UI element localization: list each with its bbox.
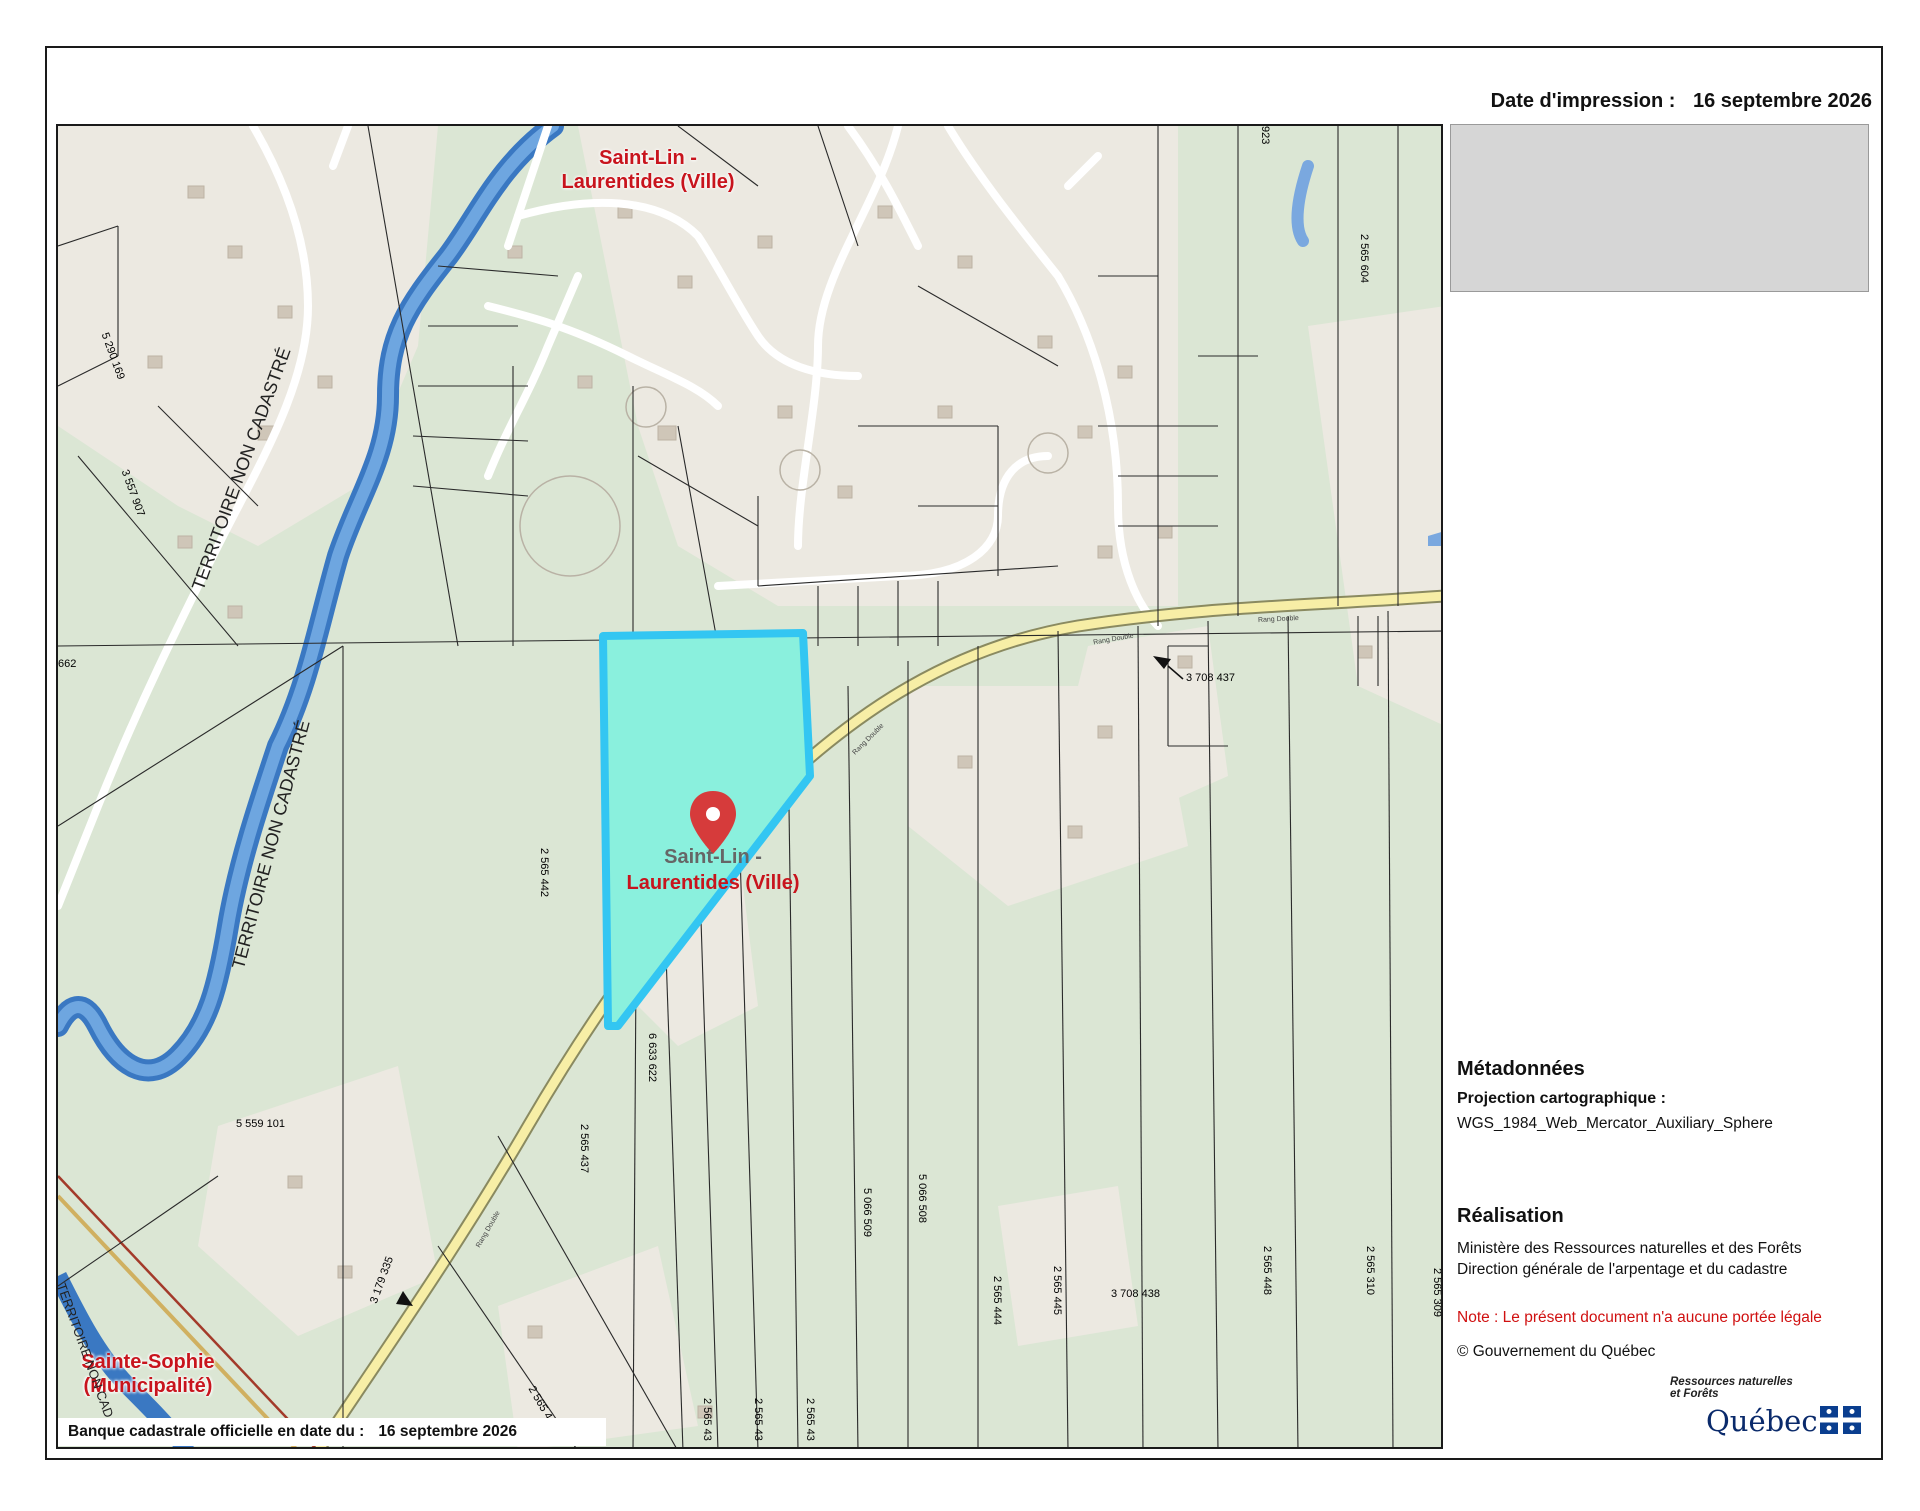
municipality-center-label: Saint-Lin - Laurentides (Ville) (603, 844, 823, 896)
municipality-top-label: Saint-Lin - Laurentides (Ville) (528, 146, 768, 194)
municipality-center-line1: Saint-Lin - (664, 846, 762, 868)
cadastre-date-value: 16 septembre 2026 (378, 1423, 518, 1440)
municipality-center-line2: Laurentides (Ville) (626, 872, 800, 894)
lot-2565-309: 2 565 309 (1431, 1268, 1443, 1317)
lot-2565-43b: 2 565 43 (752, 1398, 764, 1441)
legal-note: Note : Le présent document n'a aucune po… (1457, 1309, 1822, 1326)
lot-662: 662 (58, 658, 77, 670)
lot-5559101: 5 559 101 (236, 1118, 285, 1130)
municipality-top-line2: Laurentides (Ville) (561, 171, 735, 193)
lot-2565448: 2 565 448 (1261, 1246, 1273, 1295)
realisation-title: Réalisation (1457, 1205, 1564, 1227)
lot-3708437: 3 708 437 (1186, 672, 1235, 684)
lot-2565-43c: 2 565 43 (804, 1398, 816, 1441)
logo-wordmark: Québec (1706, 1404, 1818, 1438)
cadastre-date-bar: Banque cadastrale officielle en date du … (58, 1418, 606, 1446)
metadata-title: Métadonnées (1457, 1058, 1585, 1080)
fleurdelise-flag-icon (1820, 1406, 1861, 1434)
lot-2565444: 2 565 444 (991, 1276, 1003, 1325)
lot-6633622: 6 633 622 (646, 1033, 658, 1082)
logo-tagline2: et Forêts (1670, 1388, 1719, 1400)
copyright: © Gouvernement du Québec (1457, 1343, 1656, 1360)
lot-2565445: 2 565 445 (1051, 1266, 1063, 1315)
lot-3708438: 3 708 438 (1111, 1288, 1160, 1300)
lot-2565442: 2 565 442 (538, 848, 550, 897)
lot-5066509: 5 066 509 (861, 1188, 873, 1237)
lot-5066508: 5 066 508 (916, 1174, 928, 1223)
cadastral-map[interactable]: Saint-Lin - Laurentides (Ville) Saint-Li… (56, 124, 1443, 1449)
print-date-value: 16 septembre 2026 (1692, 90, 1872, 112)
lot-2565604: 2 565 604 (1358, 234, 1370, 283)
quebec-logo: Ressources naturelles et Forêts Québec (1660, 1376, 1861, 1438)
lot-2565310: 2 565 310 (1364, 1246, 1376, 1295)
print-date-label: Date d'impression : (1490, 90, 1676, 112)
projection-label: Projection cartographique : (1457, 1090, 1666, 1107)
lot-2565437: 2 565 437 (578, 1124, 590, 1173)
realisation-line2: Direction générale de l'arpentage et du … (1457, 1261, 1788, 1278)
logo-tagline1: Ressources naturelles (1670, 1376, 1793, 1388)
lot-923: 923 (1259, 126, 1271, 145)
map-canvas (58, 126, 1441, 1447)
projection-value: WGS_1984_Web_Mercator_Auxiliary_Sphere (1457, 1115, 1773, 1132)
cadastre-date-label: Banque cadastrale officielle en date du … (68, 1423, 365, 1440)
realisation-line1: Ministère des Ressources naturelles et d… (1457, 1240, 1802, 1257)
municipality-bottom-line2: (Municipalité) (83, 1375, 213, 1397)
print-date: Date d'impression : 16 septembre 2026 (1491, 90, 1872, 113)
inset-placeholder (1450, 124, 1869, 292)
lot-2565-43a: 2 565 43 (701, 1398, 713, 1441)
municipality-top-line1: Saint-Lin - (599, 147, 697, 169)
